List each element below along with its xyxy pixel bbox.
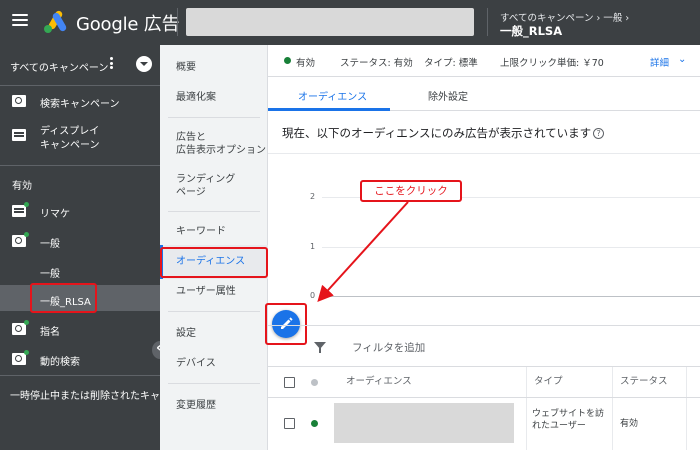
filter-icon[interactable] xyxy=(314,342,326,353)
y-tick-label: 2 xyxy=(310,192,316,201)
divider xyxy=(487,8,488,36)
details-link[interactable]: 詳細 xyxy=(650,55,669,69)
sidebar-item-brand[interactable]: 指名 xyxy=(0,320,160,341)
search-campaign-icon xyxy=(12,353,26,365)
all-campaigns-header[interactable]: すべてのキャンペーン xyxy=(0,45,160,85)
audience-tabs: オーディエンス 除外設定 xyxy=(268,77,700,111)
menu-item-demographics[interactable]: ユーザー属性 xyxy=(176,285,236,298)
enabled-status-dot xyxy=(24,320,29,325)
sidebar-item-label: 一般 xyxy=(40,269,60,280)
click-here-callout: ここをクリック xyxy=(360,180,462,202)
status-text: ステータス: 有効 xyxy=(340,58,413,69)
menu-item-recommendations[interactable]: 最適化案 xyxy=(176,91,216,104)
audience-description: 現在、以下のオーディエンスにのみ広告が表示されています? xyxy=(282,125,605,141)
table-row[interactable]: ウェブサイトを訪 れたユーザー 有効 xyxy=(268,398,700,450)
annotation-highlight-audiences xyxy=(160,247,268,278)
sidebar-item-label: 動的検索 xyxy=(40,357,80,368)
section-label-enabled: 有効 xyxy=(12,181,32,192)
sidebar-item-label: ディスプレイ キャンペーン xyxy=(40,126,100,151)
audience-name-redacted xyxy=(334,403,514,443)
brand-name: Google 広告 xyxy=(76,14,180,35)
chevron-down-icon[interactable]: ⌄ xyxy=(678,54,686,65)
divider xyxy=(177,8,178,36)
divider xyxy=(168,211,260,212)
add-filter-label[interactable]: フィルタを追加 xyxy=(352,340,425,355)
divider xyxy=(168,311,260,312)
select-all-checkbox[interactable] xyxy=(284,377,295,388)
tab-exclusions[interactable]: 除外設定 xyxy=(428,88,468,103)
sidebar-item-label: リマケ xyxy=(40,209,70,220)
campaign-sidebar: すべてのキャンペーン 検索キャンペーン ディスプレイ キャンペーン 有効 リマケ… xyxy=(0,45,160,450)
sidebar-item-label: 指名 xyxy=(40,327,60,338)
search-campaign-icon xyxy=(12,95,26,107)
sidebar-item-search-campaigns[interactable]: 検索キャンペーン xyxy=(0,91,160,111)
help-icon[interactable]: ? xyxy=(593,128,605,139)
dropdown-icon[interactable] xyxy=(136,56,152,72)
display-campaign-icon xyxy=(12,129,26,141)
sidebar-item-label: 一般 xyxy=(40,239,60,250)
divider xyxy=(0,165,160,166)
sidebar-adgroup-general[interactable]: 一般 xyxy=(0,263,160,283)
enabled-status-dot xyxy=(24,350,29,355)
enabled-status-dot xyxy=(311,420,318,427)
more-vert-icon[interactable] xyxy=(108,56,114,72)
audience-type: ウェブサイトを訪 れたユーザー xyxy=(532,409,605,431)
enabled-status-dot xyxy=(24,202,29,207)
menu-item-landing-pages[interactable]: ランディング ページ xyxy=(176,173,235,199)
annotation-highlight-adgroup xyxy=(30,283,97,313)
account-field-redacted[interactable] xyxy=(186,8,474,36)
column-header-audience[interactable]: オーディエンス xyxy=(346,367,412,397)
sidebar-item-remarketing[interactable]: リマケ xyxy=(0,202,160,223)
menu-item-settings[interactable]: 設定 xyxy=(176,327,196,340)
display-campaign-icon xyxy=(12,205,26,217)
max-cpc-text: 上限クリック単価: ￥70 xyxy=(500,58,604,69)
audience-status: 有効 xyxy=(620,419,639,429)
page-menu: 概要 最適化案 広告と 広告表示オプション ランディング ページ キーワード オ… xyxy=(160,45,268,450)
divider xyxy=(168,117,260,118)
y-tick-label: 1 xyxy=(310,242,316,251)
enabled-status-dot xyxy=(284,57,291,64)
sidebar-item-paused-removed[interactable]: 一時停止中または削除されたキャン xyxy=(0,387,160,401)
grid-line-baseline xyxy=(322,296,700,297)
sidebar-item-label: 一時停止中または削除されたキャン xyxy=(10,391,160,401)
divider xyxy=(0,85,160,86)
sidebar-item-label: 検索キャンペーン xyxy=(40,99,120,110)
menu-item-overview[interactable]: 概要 xyxy=(176,61,196,74)
type-text: タイプ: 標準 xyxy=(424,58,478,69)
column-header-type[interactable]: タイプ xyxy=(534,367,563,397)
status-state: 有効 xyxy=(296,58,316,69)
search-campaign-icon xyxy=(12,323,26,335)
active-tab-indicator xyxy=(268,108,390,111)
google-ads-logo-icon xyxy=(44,10,67,33)
breadcrumb-current: 一般_RLSA xyxy=(500,24,563,38)
audience-table: オーディエンス タイプ ステータス ウェブサイトを訪 れたユーザー 有効 xyxy=(268,367,700,450)
all-campaigns-label: すべてのキャンペーン xyxy=(10,63,109,74)
y-tick-label: 0 xyxy=(310,291,316,300)
row-checkbox[interactable] xyxy=(284,418,295,429)
menu-item-change-history[interactable]: 変更履歴 xyxy=(176,399,216,412)
status-bar: 有効 ステータス: 有効 タイプ: 標準 上限クリック単価: ￥70 詳細 ⌄ xyxy=(268,45,700,77)
breadcrumb-parent[interactable]: すべてのキャンペーン › 一般 › xyxy=(500,10,629,24)
enabled-status-dot xyxy=(24,232,29,237)
audience-chart: 2 1 0 xyxy=(268,155,700,323)
grid-line xyxy=(322,247,700,248)
sidebar-item-dynamic-search[interactable]: 動的検索 xyxy=(0,350,160,371)
hamburger-menu-icon[interactable] xyxy=(12,14,28,26)
menu-item-devices[interactable]: デバイス xyxy=(176,357,216,370)
divider xyxy=(268,153,700,154)
menu-item-ads-extensions[interactable]: 広告と 広告表示オプション xyxy=(176,131,266,157)
column-header-status[interactable]: ステータス xyxy=(620,367,668,397)
divider xyxy=(0,375,160,376)
filter-bar[interactable]: フィルタを追加 xyxy=(268,325,700,367)
divider xyxy=(168,383,260,384)
top-bar: Google 広告 すべてのキャンペーン › 一般 › 一般_RLSA xyxy=(0,0,700,45)
tab-audiences[interactable]: オーディエンス xyxy=(298,88,367,103)
menu-item-keywords[interactable]: キーワード xyxy=(176,225,226,238)
search-campaign-icon xyxy=(12,235,26,247)
main-content: 有効 ステータス: 有効 タイプ: 標準 上限クリック単価: ￥70 詳細 ⌄ … xyxy=(265,45,700,450)
sidebar-item-general[interactable]: 一般 xyxy=(0,232,160,253)
sidebar-item-display-campaigns[interactable]: ディスプレイ キャンペーン xyxy=(0,123,160,153)
status-column-dot xyxy=(311,379,318,386)
